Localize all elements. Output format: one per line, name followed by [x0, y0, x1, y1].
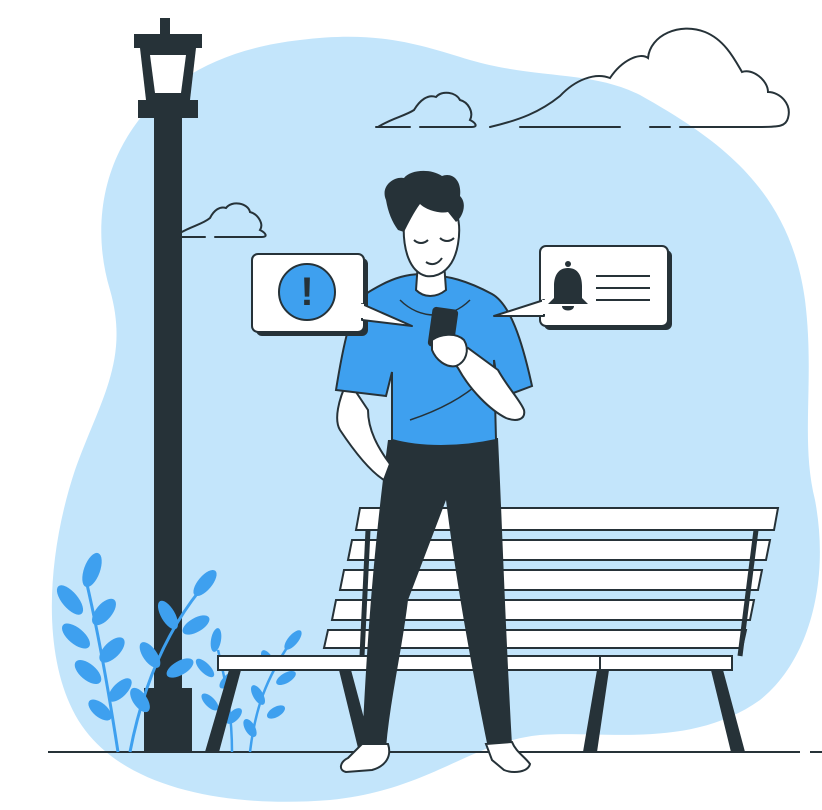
park-phone-notification-illustration: !	[48, 18, 822, 802]
exclamation-glyph: !	[300, 270, 313, 314]
right-shoe	[484, 740, 532, 773]
